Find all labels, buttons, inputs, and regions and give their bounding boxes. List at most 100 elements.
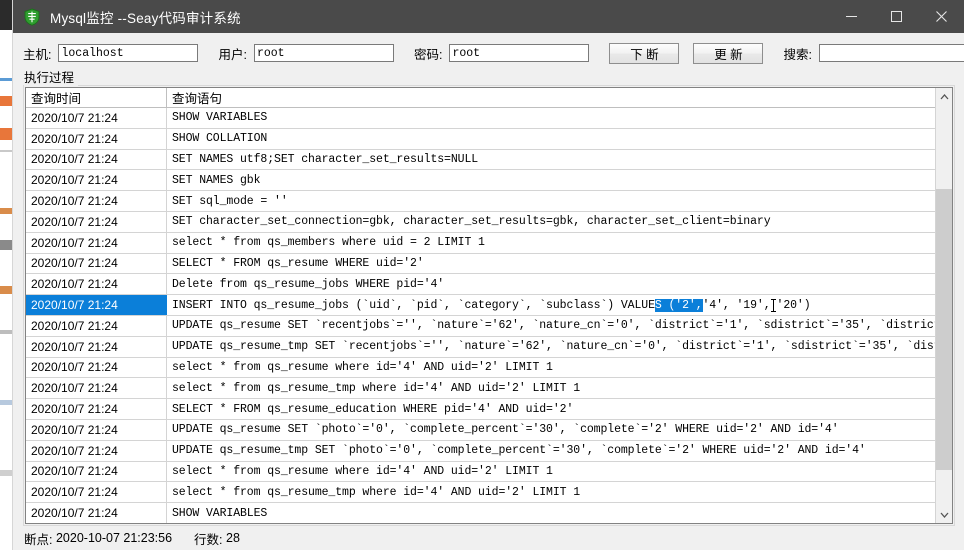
cell-query-time: 2020/10/7 21:24 — [26, 440, 167, 461]
refresh-button[interactable]: 更 新 — [693, 42, 764, 64]
cell-query-time: 2020/10/7 21:24 — [26, 419, 167, 440]
table-row[interactable]: 2020/10/7 21:24 UPDATE qs_resume_tmp SET … — [26, 336, 935, 358]
group-legend: 执行过程 — [24, 71, 79, 86]
table-row[interactable]: 2020/10/7 21:24 select * from qs_resume_t… — [26, 482, 935, 504]
execution-process-group: 执行过程 查询时间 查询语句 2020/10/7 21:24 SHOW VARIA… — [23, 71, 955, 526]
scrollbar-track[interactable] — [936, 105, 952, 506]
user-label: 用户: — [218, 47, 247, 62]
cell-query-time: 2020/10/7 21:24 — [26, 128, 167, 149]
table-row[interactable]: 2020/10/7 21:24 select * from qs_members … — [26, 232, 935, 254]
cell-query-sql: UPDATE qs_resume_tmp SET `recentjobs`=''… — [172, 340, 935, 354]
cell-query-sql: UPDATE qs_resume SET `photo`='0', `compl… — [172, 423, 839, 437]
breakpoint-label: 断点: — [24, 532, 53, 547]
cell-query-time: 2020/10/7 21:24 — [26, 336, 167, 357]
table-row[interactable]: 2020/10/7 21:24 SELECT * FROM qs_resume W… — [26, 253, 935, 275]
cell-query-time: 2020/10/7 21:24 — [26, 232, 167, 253]
cell-query-sql: SELECT * FROM qs_resume WHERE uid='2' — [172, 256, 424, 270]
cell-query-time: 2020/10/7 21:24 — [26, 211, 167, 232]
cell-query-time: 2020/10/7 21:24 — [26, 315, 167, 336]
window-controls — [829, 0, 964, 33]
mysql-monitor-window: Mysql监控 --Seay代码审计系统 主机: 用户: — [12, 0, 964, 550]
maximize-button[interactable] — [874, 0, 919, 33]
cell-query-sql: select * from qs_members where uid = 2 L… — [172, 236, 485, 250]
cell-query-sql: SELECT * FROM qs_resume_education WHERE … — [172, 402, 574, 416]
cell-query-sql: select * from qs_resume where id='4' AND… — [172, 360, 553, 374]
user-input[interactable] — [253, 44, 394, 62]
scroll-up-icon[interactable] — [936, 88, 952, 105]
table-row[interactable]: 2020/10/7 21:24 SHOW VARIABLES — [26, 503, 935, 523]
table-row[interactable]: 2020/10/7 21:24 SHOW COLLATION — [26, 128, 935, 150]
cell-query-time: 2020/10/7 21:24 — [26, 503, 167, 523]
background-line-2 — [0, 96, 12, 106]
cell-query-sql: SET NAMES gbk — [172, 173, 261, 187]
cell-query-time: 2020/10/7 21:24 — [26, 253, 167, 274]
host-label: 主机: — [23, 47, 52, 62]
text-caret-icon — [770, 298, 777, 312]
search-label: 搜索: — [783, 47, 812, 62]
cell-query-sql: UPDATE qs_resume_tmp SET `photo`='0', `c… — [172, 444, 866, 458]
background-window-strip — [0, 0, 12, 550]
table-row[interactable]: 2020/10/7 21:24 SET NAMES utf8;SET charac… — [26, 149, 935, 171]
grid-body: 查询时间 查询语句 2020/10/7 21:24 SHOW VARIABLES 2… — [26, 88, 935, 523]
background-line-8 — [0, 330, 12, 334]
cell-query-time: 2020/10/7 21:24 — [26, 378, 167, 399]
cell-query-time: 2020/10/7 21:24 — [26, 461, 167, 482]
table-row[interactable]: 2020/10/7 21:24 select * from qs_resume_t… — [26, 378, 935, 400]
background-line-6 — [0, 240, 12, 250]
scroll-down-icon[interactable] — [936, 506, 952, 523]
background-line-9 — [0, 400, 12, 405]
close-button[interactable] — [919, 0, 964, 33]
window-title: Mysql监控 --Seay代码审计系统 — [50, 10, 241, 26]
minimize-button[interactable] — [829, 0, 874, 33]
table-row[interactable]: 2020/10/7 21:24 select * from qs_resume w… — [26, 461, 935, 483]
title-bar[interactable]: Mysql监控 --Seay代码审计系统 — [13, 0, 964, 33]
scrollbar-thumb[interactable] — [936, 189, 952, 470]
table-row[interactable]: 2020/10/7 21:24 SHOW VARIABLES — [26, 108, 935, 129]
table-row[interactable]: 2020/10/7 21:24 Delete from qs_resume_job… — [26, 274, 935, 296]
search-input[interactable] — [818, 44, 964, 62]
cell-query-time: 2020/10/7 21:24 — [26, 357, 167, 378]
background-line-5 — [0, 208, 12, 214]
grid-vertical-scrollbar[interactable] — [935, 88, 952, 523]
break-button[interactable]: 下 断 — [609, 42, 680, 64]
host-input[interactable] — [58, 44, 199, 62]
table-row[interactable]: 2020/10/7 21:24 INSERT INTO qs_resume_job… — [26, 295, 935, 316]
column-header-time[interactable]: 查询时间 — [26, 88, 167, 107]
connection-toolbar: 主机: 用户: 密码: 下 断 更 新 搜索: — [13, 38, 964, 68]
table-row[interactable]: 2020/10/7 21:24 SELECT * FROM qs_resume_e… — [26, 399, 935, 420]
table-row[interactable]: 2020/10/7 21:24 UPDATE qs_resume_tmp SET … — [26, 440, 935, 462]
rowcount-value: 28 — [226, 531, 240, 545]
background-line-3 — [0, 128, 12, 140]
background-line-7 — [0, 286, 12, 294]
cell-query-sql: select * from qs_resume_tmp where id='4'… — [172, 485, 581, 499]
table-row[interactable]: 2020/10/7 21:24 SET character_set_connect… — [26, 211, 935, 233]
cell-query-time: 2020/10/7 21:24 — [26, 170, 167, 191]
cell-query-sql: select * from qs_resume_tmp where id='4'… — [172, 381, 581, 395]
rowcount-label: 行数: — [194, 532, 223, 547]
table-row[interactable]: 2020/10/7 21:24 UPDATE qs_resume SET `rec… — [26, 315, 935, 337]
cell-query-time: 2020/10/7 21:24 — [26, 149, 167, 170]
cell-query-sql: UPDATE qs_resume SET `recentjobs`='', `n… — [172, 319, 935, 333]
shield-audit-icon — [23, 7, 41, 26]
query-log-grid: 查询时间 查询语句 2020/10/7 21:24 SHOW VARIABLES 2… — [25, 87, 953, 524]
cell-query-time: 2020/10/7 21:24 — [26, 191, 167, 211]
group-frame: 查询时间 查询语句 2020/10/7 21:24 SHOW VARIABLES 2… — [23, 85, 955, 526]
grid-rows: 2020/10/7 21:24 SHOW VARIABLES 2020/10/7 2… — [26, 108, 935, 523]
password-input[interactable] — [449, 44, 590, 62]
table-row[interactable]: 2020/10/7 21:24 SET sql_mode = '' — [26, 191, 935, 212]
background-line-1 — [0, 78, 12, 81]
column-header-sql[interactable]: 查询语句 — [167, 88, 935, 107]
table-row[interactable]: 2020/10/7 21:24 SET NAMES gbk — [26, 170, 935, 192]
table-row[interactable]: 2020/10/7 21:24 UPDATE qs_resume SET `pho… — [26, 419, 935, 441]
background-titlebar — [0, 0, 12, 30]
cell-query-sql: SHOW COLLATION — [172, 132, 268, 146]
cell-query-time: 2020/10/7 21:24 — [26, 108, 167, 128]
cell-query-sql: select * from qs_resume where id='4' AND… — [172, 464, 553, 478]
cell-query-time: 2020/10/7 21:24 — [26, 482, 167, 503]
cell-query-sql: SHOW VARIABLES — [172, 506, 268, 520]
table-row[interactable]: 2020/10/7 21:24 select * from qs_resume w… — [26, 357, 935, 379]
cell-query-sql: Delete from qs_resume_jobs WHERE pid='4' — [172, 277, 445, 291]
cell-query-sql: SET character_set_connection=gbk, charac… — [172, 215, 771, 229]
background-line-4 — [0, 150, 12, 152]
cell-query-sql: SET NAMES utf8;SET character_set_results… — [172, 152, 479, 166]
